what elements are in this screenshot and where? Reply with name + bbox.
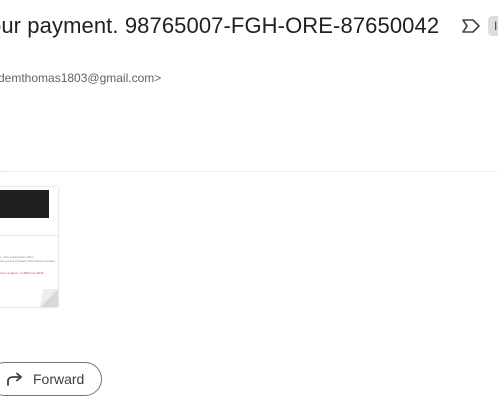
page-fold-icon	[40, 289, 58, 307]
divider	[0, 171, 498, 172]
forward-arrow-icon	[7, 372, 22, 386]
attachment-support-line: omer support: +1 (844) ore-0042	[0, 271, 44, 275]
label-icon[interactable]	[461, 18, 481, 34]
attachment-divider	[0, 235, 58, 236]
email-subject: our payment. 98765007-FGH-ORE-87650042	[0, 13, 440, 38]
attachment-text: e. This subscription will b see your pur…	[0, 255, 56, 263]
inbox-label-chip[interactable]: In	[488, 16, 498, 36]
attachment-thumbnail[interactable]: e. This subscription will b see your pur…	[0, 187, 58, 307]
attachment-header-bar	[0, 190, 49, 218]
sender-email: demthomas1803@gmail.com>	[0, 71, 162, 85]
forward-button[interactable]: Forward	[0, 362, 102, 396]
forward-label: Forward	[33, 371, 85, 387]
